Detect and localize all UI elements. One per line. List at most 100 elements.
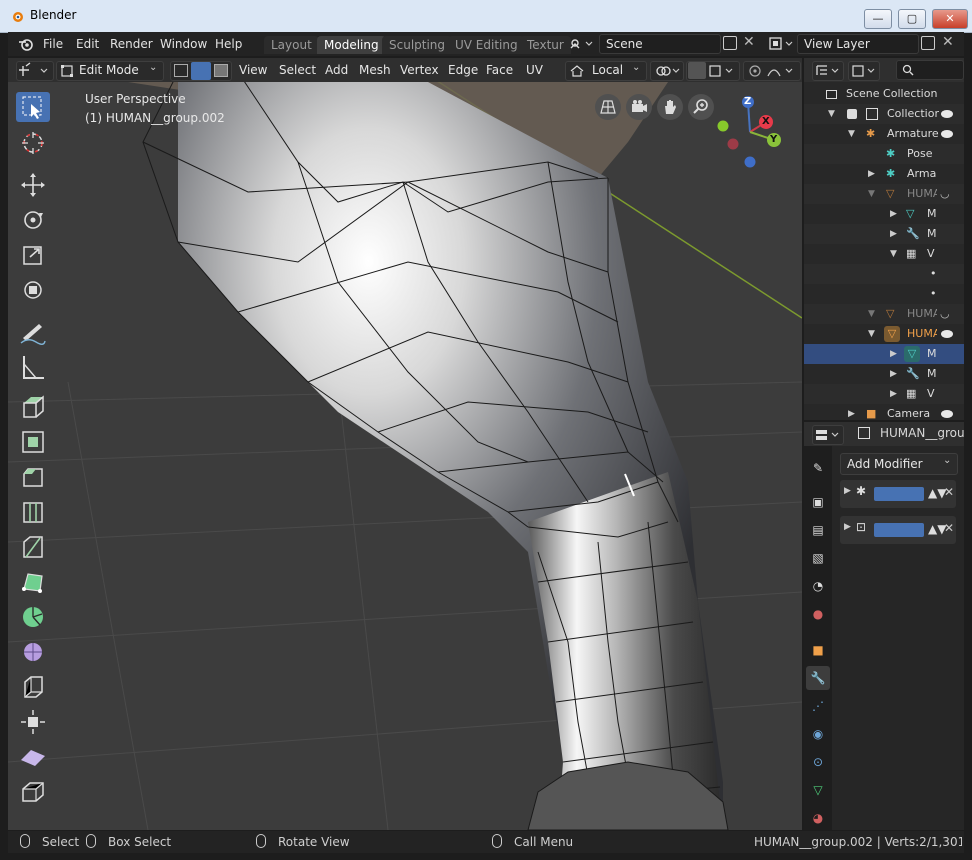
outliner-row[interactable]: Scene Collection [804, 84, 964, 104]
measure-tool-icon[interactable] [16, 352, 50, 382]
move-tool-icon[interactable] [16, 170, 50, 200]
delete-scene-icon[interactable]: ✕ [743, 34, 755, 50]
menu-face[interactable]: Face [486, 61, 513, 79]
outliner-row[interactable]: ▼ Collection [804, 104, 964, 124]
outliner-row-selected[interactable]: ▶ ▽ M [804, 344, 964, 364]
snap-toggle-icon[interactable] [688, 62, 706, 79]
transform-tool-icon[interactable] [16, 275, 50, 305]
view-layer-tab-icon[interactable]: ▧ [806, 546, 830, 570]
menu-render[interactable]: Render [110, 37, 153, 51]
outliner-row[interactable]: ▶ ▦ V [804, 384, 964, 404]
cursor-tool-icon[interactable] [16, 128, 50, 158]
pivot-point-dropdown[interactable] [650, 61, 684, 81]
particles-tab-icon[interactable]: ⋰ [806, 694, 830, 718]
face-select-icon[interactable] [214, 64, 228, 77]
poly-build-tool-icon[interactable] [16, 567, 50, 597]
modifier-armature-panel[interactable]: ▶ ✱ ▲▼ ✕ [840, 480, 956, 508]
outliner-row[interactable]: ▶ ▽ M [804, 204, 964, 224]
menu-edit[interactable]: Edit [76, 37, 99, 51]
expand-arrow-icon[interactable]: ▶ [844, 522, 851, 532]
constraints-tab-icon[interactable]: ⊙ [806, 750, 830, 774]
outliner-row-active[interactable]: ▼ ▽ HUMA [804, 324, 964, 344]
3d-viewport[interactable]: User Perspective (1) HUMAN__group.002 Z … [8, 82, 802, 830]
edge-slide-tool-icon[interactable] [16, 672, 50, 702]
menu-select[interactable]: Select [279, 61, 316, 79]
menu-help[interactable]: Help [215, 37, 242, 51]
edge-select-icon[interactable] [191, 62, 211, 80]
visibility-eye-icon[interactable] [941, 330, 953, 338]
remove-modifier-icon[interactable]: ✕ [944, 485, 954, 499]
checkbox-icon[interactable] [847, 109, 857, 119]
outliner-filter-icon[interactable] [848, 61, 880, 81]
tool-settings-tab-icon[interactable]: ✎ [806, 456, 830, 480]
menu-file[interactable]: File [43, 37, 63, 51]
outliner-row[interactable]: ▶ ■ Camera [804, 404, 964, 420]
select-box-tool-icon[interactable] [16, 92, 50, 122]
extrude-region-tool-icon[interactable] [16, 392, 50, 422]
inset-faces-tool-icon[interactable] [16, 427, 50, 457]
scene-name-field[interactable]: Scene [599, 34, 721, 54]
scene-tab-icon[interactable]: ◔ [806, 574, 830, 598]
bevel-tool-icon[interactable] [16, 462, 50, 492]
loop-cut-tool-icon[interactable] [16, 497, 50, 527]
minimize-button[interactable]: — [864, 9, 892, 29]
outliner-row[interactable]: ▶ ✱ Arma [804, 164, 964, 184]
spin-tool-icon[interactable] [16, 602, 50, 632]
expand-arrow-icon[interactable]: ▼ [868, 304, 875, 324]
render-tab-icon[interactable]: ▣ [806, 490, 830, 514]
shear-tool-icon[interactable] [16, 742, 50, 772]
tab-sculpting[interactable]: Sculpting [382, 36, 453, 54]
expand-arrow-icon[interactable]: ▶ [890, 344, 897, 364]
visibility-eye-icon[interactable] [941, 130, 953, 138]
navigation-gizmo[interactable] [708, 90, 802, 170]
outliner-row[interactable]: ▼ ▽ HUMA ◡ [804, 184, 964, 204]
tab-modeling[interactable]: Modeling [317, 36, 386, 54]
menu-add[interactable]: Add [325, 61, 348, 79]
smooth-tool-icon[interactable] [16, 637, 50, 667]
expand-arrow-icon[interactable]: ▶ [890, 364, 897, 384]
scene-selector-icon[interactable] [568, 35, 596, 53]
outliner-row[interactable]: • [804, 284, 964, 304]
camera-view-icon[interactable] [626, 94, 652, 120]
outliner-search-input[interactable] [896, 60, 964, 80]
menu-view[interactable]: View [239, 61, 267, 79]
expand-arrow-icon[interactable]: ▶ [890, 384, 897, 404]
object-tab-icon[interactable]: ■ [806, 638, 830, 662]
outliner-row[interactable]: ▼ ✱ Armature [804, 124, 964, 144]
menu-vertex[interactable]: Vertex [400, 61, 439, 79]
physics-tab-icon[interactable]: ◉ [806, 722, 830, 746]
mode-dropdown[interactable]: Edit Mode ⌄ [56, 61, 164, 81]
menu-edge[interactable]: Edge [448, 61, 478, 79]
editor-type-dropdown[interactable] [812, 425, 844, 445]
menu-mesh[interactable]: Mesh [359, 61, 391, 79]
expand-arrow-icon[interactable]: ▼ [868, 184, 875, 204]
knife-tool-icon[interactable] [16, 532, 50, 562]
modifiers-tab-wrench-icon[interactable]: 🔧 [806, 666, 830, 690]
view-layer-selector-icon[interactable] [768, 35, 796, 53]
outliner-display-mode-icon[interactable] [812, 61, 844, 81]
new-scene-icon[interactable] [723, 36, 737, 50]
visibility-eye-icon[interactable] [941, 410, 953, 418]
expand-arrow-icon[interactable]: ▼ [828, 104, 835, 124]
tab-uv-editing[interactable]: UV Editing [448, 36, 525, 54]
outliner-row[interactable]: ▶ 🔧 M [804, 364, 964, 384]
remove-modifier-icon[interactable]: ✕ [944, 521, 954, 535]
menu-window[interactable]: Window [160, 37, 207, 51]
blender-menu-icon[interactable] [18, 37, 34, 51]
view-layer-field[interactable]: View Layer [797, 34, 919, 54]
toggle-perspective-icon[interactable] [595, 94, 621, 120]
vertex-select-icon[interactable] [174, 64, 188, 77]
annotate-tool-icon[interactable] [16, 317, 50, 347]
outliner-row[interactable]: ▶ 🔧 M [804, 224, 964, 244]
expand-arrow-icon[interactable]: ▶ [890, 224, 897, 244]
tab-texture-paint[interactable]: Textur [520, 36, 571, 54]
pan-view-hand-icon[interactable] [657, 94, 683, 120]
expand-arrow-icon[interactable]: ▼ [890, 244, 897, 264]
expand-arrow-icon[interactable]: ▶ [868, 164, 875, 184]
editor-type-dropdown[interactable] [16, 61, 54, 81]
add-modifier-dropdown[interactable]: Add Modifier ⌄ [840, 453, 958, 475]
delete-view-layer-icon[interactable]: ✕ [942, 34, 954, 50]
rotate-tool-icon[interactable] [16, 205, 50, 235]
scale-tool-icon[interactable] [16, 240, 50, 270]
transform-orientation-dropdown[interactable]: Local ⌄ [565, 61, 647, 81]
